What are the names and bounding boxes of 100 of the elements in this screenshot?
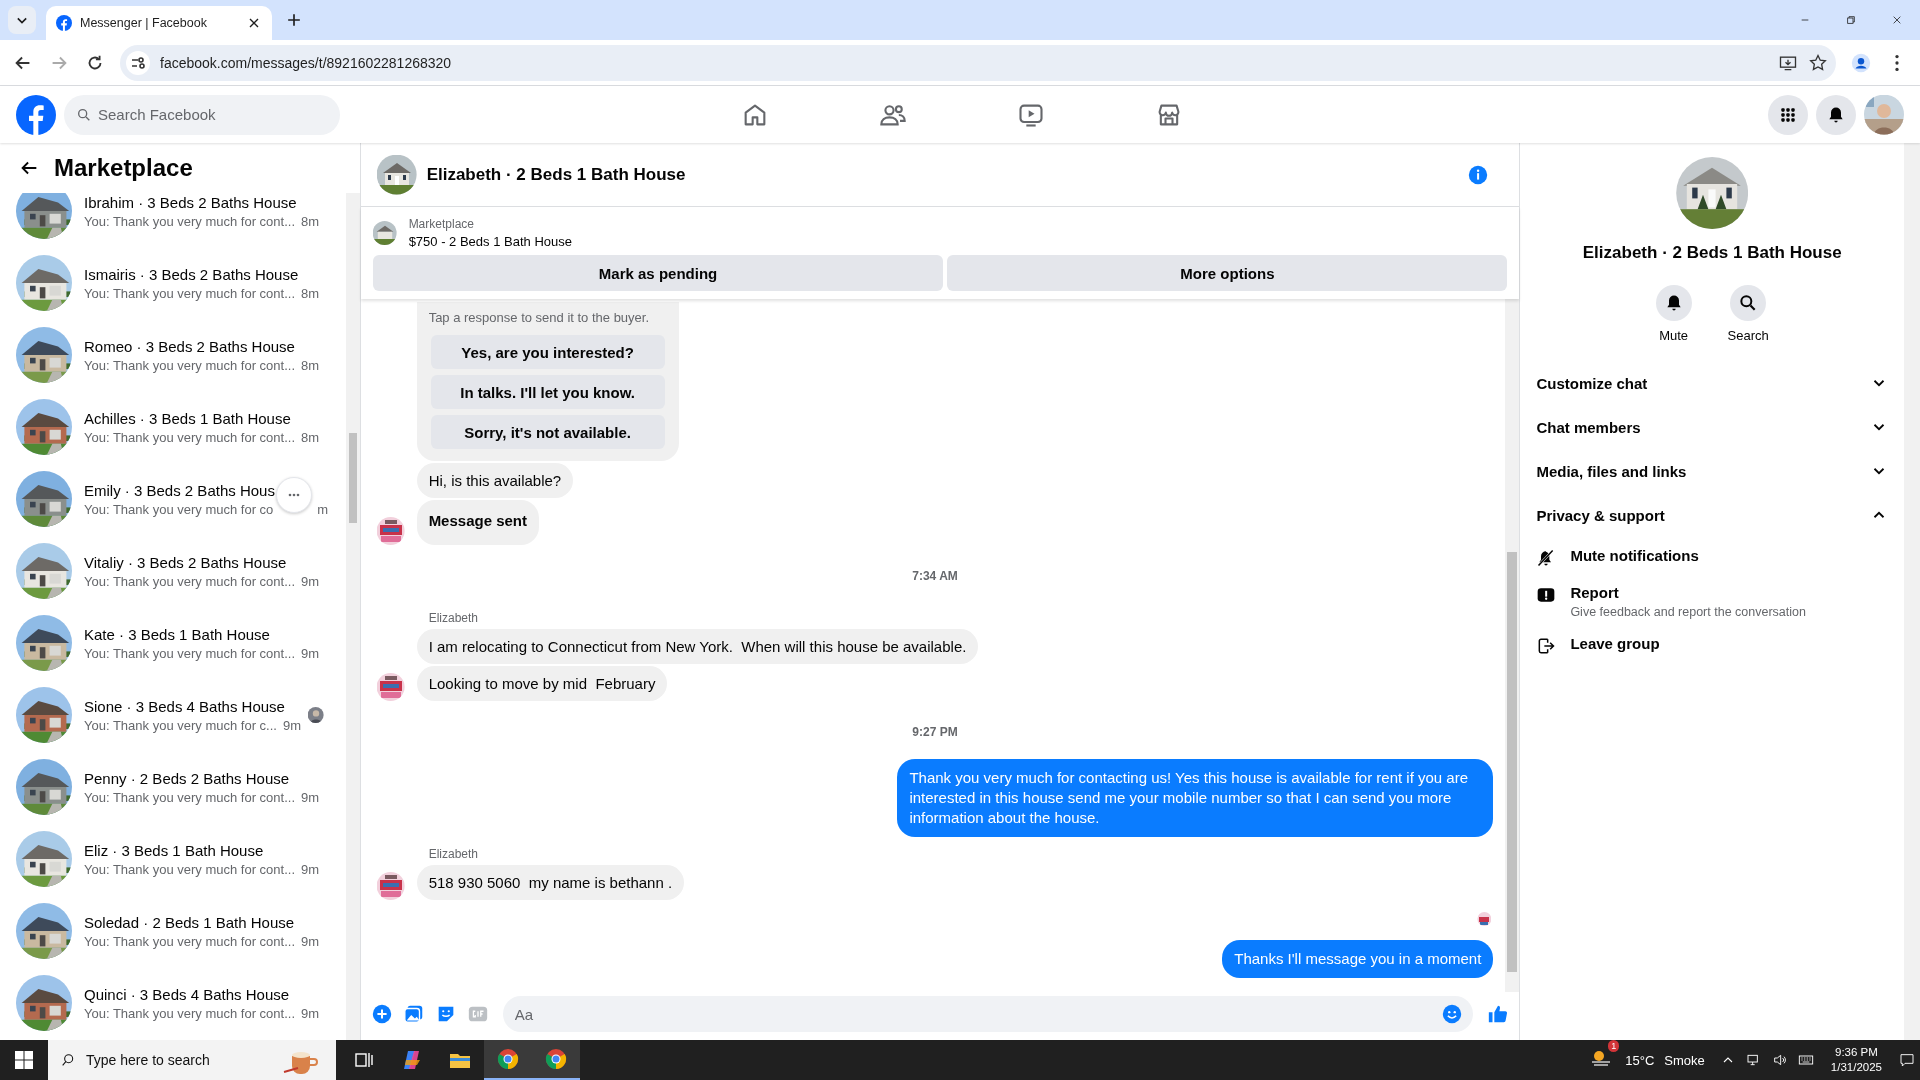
message-bubble: 518 930 5060 my name is bethann . (416, 865, 685, 900)
image-icon[interactable] (402, 1003, 425, 1025)
section-header[interactable]: Chat members (1536, 405, 1888, 449)
conversation-item[interactable]: Sione · 3 Beds 4 Baths House You: Thank you very much for c... 9m (0, 679, 346, 751)
message-bubble: Thank you very much for contacting us! Yes this house is available for rent if you are interested in this house send me your mobile number so that I can send you more information about the house. (897, 759, 1494, 837)
menu-item[interactable]: Mute notifications (1536, 543, 1888, 572)
conversation-item[interactable]: Quinci · 3 Beds 4 Baths House You: Thank you very much for cont... 9m (0, 967, 346, 1039)
message-time: 9m (282, 717, 301, 733)
message-preview: You: Thank you very much for c... (84, 717, 277, 733)
message-preview: You: Thank you very much for cont... (84, 861, 295, 877)
message-bubble: I am relocating to Connecticut from New York. When will this house be available. (416, 629, 979, 664)
info-icon[interactable] (1467, 163, 1490, 186)
listing-action-button[interactable]: More options (947, 255, 1508, 291)
conversation-item[interactable]: Romeo · 3 Beds 2 Baths House You: Thank you very much for cont... 8m (0, 319, 346, 391)
site-settings-icon[interactable] (126, 50, 150, 75)
search-field[interactable]: Search Facebook (64, 94, 340, 135)
message-preview: You: Thank you very much for cont... (84, 1005, 295, 1021)
like-icon[interactable] (1487, 1003, 1510, 1025)
action-label: Search (1727, 328, 1769, 343)
sender-name: Elizabeth (428, 847, 479, 861)
listing-label: Marketplace (408, 217, 475, 231)
message-field[interactable]: Aa (502, 996, 1474, 1032)
message-time: 9m (301, 573, 320, 589)
message-time: 9m (301, 645, 320, 661)
message-bubble: Hi, is this available? (416, 463, 574, 498)
browser-tab[interactable]: Messenger | Facebook (46, 6, 272, 40)
facebook-logo-icon[interactable] (16, 94, 56, 135)
taskbar-app[interactable] (532, 1040, 580, 1080)
plus-icon[interactable] (370, 1003, 393, 1025)
apps-button[interactable] (1768, 94, 1808, 135)
conversation-item[interactable]: Soledad · 2 Beds 1 Bath House You: Thank you very much for cont... 9m (0, 895, 346, 967)
conversation-item[interactable]: Kate · 3 Beds 1 Bath House You: Thank you very much for cont... 9m (0, 607, 346, 679)
weather-condition: Smoke (1664, 1052, 1705, 1068)
menu-item-label: Mute notifications (1570, 547, 1699, 564)
conversation-name: Penny · 2 Beds 2 Baths House (84, 769, 290, 787)
search-icon (76, 106, 92, 123)
section-header[interactable]: Privacy & support (1536, 493, 1888, 537)
message-time: m (317, 501, 329, 517)
message-bubble: Thanks I'll message you in a moment (1222, 940, 1494, 978)
conversation-name: Vitaliy · 3 Beds 2 Baths House (84, 553, 287, 571)
message-time: 8m (301, 213, 320, 229)
scrollbar[interactable] (1505, 299, 1520, 992)
chat-title: Elizabeth · 2 Beds 1 Bath House (426, 164, 686, 185)
conversation-name: Ibrahim · 3 Beds 2 Baths House (84, 193, 297, 211)
search-button[interactable] (1730, 285, 1767, 321)
section-header[interactable]: Media, files and links (1536, 449, 1888, 493)
facebook-logo-icon (56, 15, 72, 31)
message-time: 8m (301, 357, 320, 373)
address-bar[interactable]: facebook.com/messages/t/8921602281268320 (120, 44, 1836, 81)
clock-time: 9:36 PM (1835, 1045, 1878, 1060)
message-time: 8m (301, 429, 320, 445)
scrollbar[interactable] (345, 193, 360, 1040)
menu-item[interactable]: Report Give feedback and report the conversation (1536, 580, 1888, 623)
mute-button[interactable] (1655, 285, 1692, 321)
conversation-item[interactable]: Eliz · 3 Beds 1 Bath House You: Thank you very much for cont... 9m (0, 823, 346, 895)
quick-reply-button[interactable]: Yes, are you interested? (430, 335, 665, 369)
quick-reply-button[interactable]: Sorry, it's not available. (430, 415, 665, 449)
conversation-item[interactable]: Ibrahim · 3 Beds 2 Baths House You: Thank you very much for cont... 8m (0, 193, 346, 247)
taskbar-app[interactable] (484, 1040, 532, 1080)
search-icon (60, 1052, 76, 1068)
message-time: 9m (301, 1005, 320, 1021)
conversation-item[interactable]: Achilles · 3 Beds 1 Bath House You: Thank you very much for cont... 8m (0, 391, 346, 463)
action-label: Mute (1659, 328, 1689, 343)
scrollbar[interactable] (1904, 143, 1920, 1040)
section-header[interactable]: Customize chat (1536, 361, 1888, 405)
exit-icon (1536, 636, 1557, 656)
profile-icon[interactable] (1850, 51, 1872, 74)
clock-date: 1/31/2025 (1830, 1060, 1882, 1075)
conversation-item[interactable]: Vitaliy · 3 Beds 2 Baths House You: Thank you very much for cont... 9m (0, 535, 346, 607)
conversation-item[interactable]: Ismairis · 3 Beds 2 Baths House You: Thank you very much for cont... 8m (0, 247, 346, 319)
conversation-name: Emily · 3 Beds 2 Baths Hous (84, 481, 275, 499)
message-time: 9m (301, 933, 320, 949)
taskbar-search-field[interactable]: Type here to search (48, 1040, 336, 1080)
message-bubble: Message sent (416, 500, 539, 545)
tab-search-icon[interactable] (8, 6, 36, 34)
message-preview: You: Thank you very much for cont... (84, 285, 295, 301)
conversation-name: Ismairis · 3 Beds 2 Baths House (84, 265, 299, 283)
sender-name: Elizabeth (428, 611, 479, 625)
conversation-item[interactable]: Penny · 2 Beds 2 Baths House You: Thank you very much for cont... 9m (0, 751, 346, 823)
timestamp: 9:27 PM (912, 725, 958, 739)
message-time: 8m (301, 285, 320, 301)
listing-title: $750 - 2 Beds 1 Bath House (408, 234, 572, 249)
message-preview: You: Thank you very much for cont... (84, 789, 295, 805)
listing-action-button[interactable]: Mark as pending (372, 255, 944, 291)
timestamp: 7:34 AM (912, 569, 958, 583)
star-icon[interactable] (1808, 52, 1828, 73)
message-preview: You: Thank you very much for cont... (84, 573, 295, 589)
message-preview: You: Thank you very much for cont... (84, 645, 295, 661)
quick-reply-button[interactable]: In talks. I'll let you know. (430, 375, 665, 409)
alert-icon (1536, 585, 1557, 605)
conversation-name: Soledad · 2 Beds 1 Bath House (84, 913, 295, 931)
hint-text: Tap a response to send it to the buyer. (428, 310, 651, 325)
menu-item-label: Report (1570, 584, 1620, 601)
notifications-button[interactable] (1816, 94, 1856, 135)
menu-item-label: Leave group (1570, 635, 1660, 652)
conversation-item[interactable]: Emily · 3 Beds 2 Baths Hous You: Thank you very much for co m (0, 463, 346, 535)
emoji-icon[interactable] (1441, 1003, 1464, 1025)
panel-title: Marketplace (54, 154, 193, 182)
conversation-name: Quinci · 3 Beds 4 Baths House (84, 985, 290, 1003)
menu-item[interactable]: Leave group (1536, 631, 1888, 660)
